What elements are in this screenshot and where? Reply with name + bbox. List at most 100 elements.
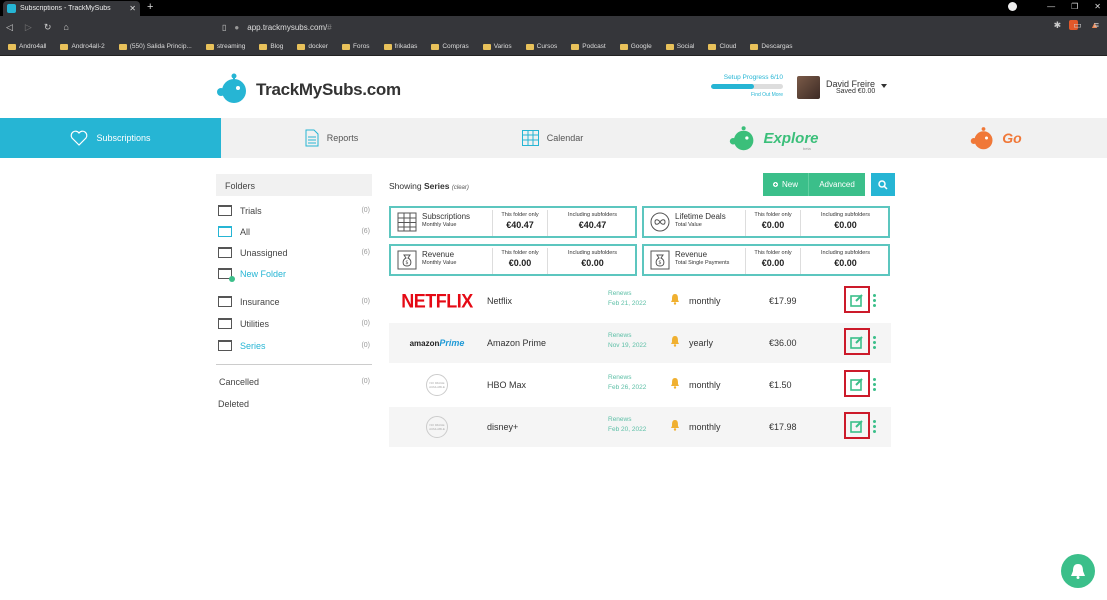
chat-button[interactable] <box>1061 554 1095 588</box>
forward-icon[interactable]: ▷ <box>25 22 32 33</box>
card-revenue-single: $ Revenue Total Single Payments This fol… <box>642 244 890 276</box>
reload-icon[interactable]: ↻ <box>44 22 52 33</box>
sidebar-item-cancelled[interactable]: Cancelled (0) <box>216 371 372 392</box>
bookmark-item[interactable]: (550) Salida Princip... <box>118 43 192 50</box>
bookmark-item[interactable]: Blog <box>259 43 283 50</box>
folder-icon <box>205 43 214 50</box>
sidebar-item-trials[interactable]: Trials (0) <box>216 200 372 221</box>
tab-explore[interactable]: Explore beta <box>663 118 885 158</box>
renews-date: Feb 20, 2022 <box>608 426 647 433</box>
table-row[interactable]: NO IMAGE AVAILABLE disney+ Renews Feb 20,… <box>389 407 891 447</box>
bookmark-item[interactable]: frikadas <box>383 43 417 50</box>
more-icon[interactable] <box>873 420 876 433</box>
back-icon[interactable]: ◁ <box>6 22 13 33</box>
search-button[interactable] <box>871 173 895 196</box>
avatar[interactable] <box>797 76 820 99</box>
showing-prefix: Showing <box>389 181 424 191</box>
edit-button[interactable] <box>844 370 870 397</box>
bookmark-item[interactable]: docker <box>297 43 328 50</box>
folder-icon <box>218 226 232 237</box>
bookmark-item[interactable]: Podcast <box>571 43 606 50</box>
record-icon[interactable] <box>1008 2 1018 11</box>
advanced-button[interactable]: Advanced <box>809 173 865 196</box>
browser-tab[interactable]: Subscriptions - TrackMySubs ✕ <box>3 1 140 16</box>
more-icon[interactable] <box>873 336 876 349</box>
home-icon[interactable]: ⌂ <box>63 22 68 32</box>
folder-icon <box>297 43 306 50</box>
bookmark-item[interactable]: Social <box>665 43 694 50</box>
go-icon <box>971 127 993 150</box>
bookmark-item[interactable]: Andro4all-2 <box>60 43 105 50</box>
table-row[interactable]: NETFLIX Netflix Renews Feb 21, 2022 month… <box>389 281 891 321</box>
tab-close-icon[interactable]: ✕ <box>129 4 136 13</box>
renews-label: Renews <box>608 374 632 381</box>
bookmark-item[interactable]: Compras <box>431 43 469 50</box>
sidebar-item-count: (0) <box>361 320 370 327</box>
bookmark-label: Andro4all <box>19 43 47 50</box>
tab-reports[interactable]: Reports <box>221 118 442 158</box>
window-close-icon[interactable]: ✕ <box>1094 2 1101 13</box>
folder-icon <box>259 43 268 50</box>
edit-button[interactable] <box>844 328 870 355</box>
table-row[interactable]: NO IMAGE AVAILABLE HBO Max Renews Feb 26,… <box>389 365 891 405</box>
url-text[interactable]: app.trackmysubs.com/# <box>247 23 331 32</box>
bookmark-item[interactable]: Cloud <box>708 43 736 50</box>
bell-icon[interactable] <box>670 419 680 431</box>
subscription-name[interactable]: Netflix <box>487 296 512 306</box>
setup-progress[interactable]: Setup Progress 6/10 Find Out More <box>711 74 783 98</box>
clear-link[interactable]: (clear) <box>452 185 469 191</box>
sidebar-item-utilities[interactable]: Utilities (0) <box>216 313 372 334</box>
minimize-icon[interactable]: — <box>1047 2 1055 13</box>
bell-icon[interactable] <box>670 335 680 347</box>
wallet-icon[interactable]: ▭ <box>1073 20 1082 31</box>
card-subscriptions-monthly: Subscriptions Monthly Value This folder … <box>389 206 637 238</box>
address-bar[interactable]: ▯ ● app.trackmysubs.com/# <box>222 19 872 35</box>
sidebar-item-all[interactable]: All (6) <box>216 221 372 242</box>
edit-button[interactable] <box>844 412 870 439</box>
card-col-label: This folder only <box>501 212 539 218</box>
bookmark-item[interactable]: Varios <box>482 43 512 50</box>
restore-icon[interactable]: ❐ <box>1071 2 1078 13</box>
menu-icon[interactable]: ≡ <box>1094 20 1099 31</box>
new-button[interactable]: New <box>763 173 809 196</box>
tab-calendar[interactable]: Calendar <box>442 118 663 158</box>
bookmark-item[interactable]: streaming <box>205 43 245 50</box>
more-icon[interactable] <box>873 378 876 391</box>
edit-button[interactable] <box>844 286 870 313</box>
logo-text[interactable]: TrackMySubs.com <box>256 80 401 100</box>
bookmark-item[interactable]: Cursos <box>525 43 557 50</box>
tab-go[interactable]: Go <box>885 118 1107 158</box>
sidebar-item-insurance[interactable]: Insurance (0) <box>216 291 372 312</box>
new-tab-icon[interactable]: + <box>147 1 153 13</box>
bookmark-label: Compras <box>442 43 469 50</box>
bookmark-item[interactable]: Andro4all <box>8 43 46 50</box>
sidebar-item-unassigned[interactable]: Unassigned (6) <box>216 242 372 263</box>
service-logo: amazonPrime <box>389 338 485 348</box>
sidebar-item-label: Trials <box>240 205 262 216</box>
bookmark-item[interactable]: Descargas <box>750 43 793 50</box>
sidebar-item-series[interactable]: Series (0) <box>216 335 372 356</box>
trackmysubs-logo-icon[interactable] <box>217 72 247 104</box>
find-out-more-link[interactable]: Find Out More <box>711 92 783 98</box>
bell-icon[interactable] <box>670 293 680 305</box>
bookmark-page-icon[interactable]: ▯ <box>222 23 226 32</box>
more-icon[interactable] <box>873 294 876 307</box>
sidebar-item-new-folder[interactable]: New Folder <box>216 263 372 284</box>
bookmark-item[interactable]: Google <box>619 43 652 50</box>
tab-subscriptions[interactable]: Subscriptions <box>0 118 221 158</box>
folders-sidebar: Folders Trials (0) All (6) Unassigned (6) N… <box>216 174 372 414</box>
subscription-name[interactable]: disney+ <box>487 422 518 432</box>
bell-icon[interactable] <box>670 377 680 389</box>
renewal-info: Renews Feb 26, 2022 <box>608 373 646 393</box>
netflix-logo: NETFLIX <box>401 289 473 312</box>
table-row[interactable]: amazonPrime Amazon Prime Renews Nov 19, 2… <box>389 323 891 363</box>
extensions-icon[interactable]: ✱ <box>1054 20 1062 31</box>
bookmark-item[interactable]: Foros <box>341 43 370 50</box>
subscription-name[interactable]: Amazon Prime <box>487 338 546 348</box>
sidebar-item-count: (0) <box>361 378 370 385</box>
user-menu-chevron-down-icon[interactable] <box>881 84 887 88</box>
subscription-name[interactable]: HBO Max <box>487 380 526 390</box>
setup-progress-fill <box>711 84 755 89</box>
sidebar-item-deleted[interactable]: Deleted <box>216 393 372 414</box>
sidebar-item-label: Series <box>240 340 266 351</box>
